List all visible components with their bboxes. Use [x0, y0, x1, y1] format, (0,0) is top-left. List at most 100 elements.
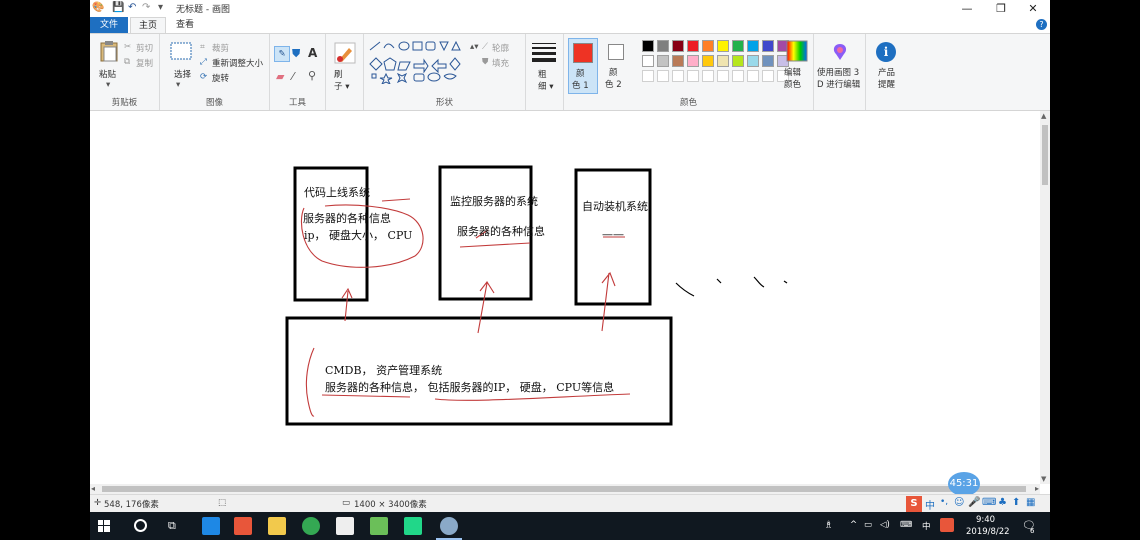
- palette-custom-slot[interactable]: [657, 70, 669, 82]
- crop-button[interactable]: 裁剪: [212, 42, 229, 54]
- paint3d-icon[interactable]: [830, 42, 850, 62]
- palette-swatch[interactable]: [642, 55, 654, 67]
- paint3d-button[interactable]: 使用画图 3: [817, 66, 859, 78]
- people-icon[interactable]: ♗: [824, 520, 833, 531]
- fill-bucket-icon[interactable]: ⛊: [292, 47, 300, 61]
- minimize-button[interactable]: —: [950, 0, 984, 17]
- taskbar-ime-indicator[interactable]: 中: [922, 520, 931, 532]
- shapes-scroll-icon[interactable]: ▴▾: [470, 42, 479, 52]
- palette-custom-slot[interactable]: [702, 70, 714, 82]
- ime-mode-indicator[interactable]: 中: [925, 497, 935, 512]
- ime-voice-icon[interactable]: 🎤: [968, 497, 980, 508]
- select-dropdown-icon[interactable]: ▾: [176, 80, 180, 90]
- palette-swatch[interactable]: [732, 55, 744, 67]
- palette-swatch[interactable]: [657, 40, 669, 52]
- color2-selector[interactable]: 颜 色 2: [602, 38, 632, 94]
- keyboard-icon[interactable]: ⌨: [900, 520, 912, 530]
- eraser-icon[interactable]: ▰: [276, 70, 284, 83]
- edit-colors-button[interactable]: 编辑: [784, 66, 801, 78]
- taskbar-app-chrome-icon[interactable]: [302, 517, 320, 535]
- taskbar-sogou-icon[interactable]: [940, 518, 954, 532]
- size-button[interactable]: 粗: [538, 68, 547, 80]
- palette-custom-slot[interactable]: [762, 70, 774, 82]
- brushes-button[interactable]: 刷: [334, 68, 343, 80]
- windows-start-icon[interactable]: [98, 520, 110, 532]
- palette-swatch[interactable]: [717, 40, 729, 52]
- pencil-icon[interactable]: ✎: [274, 46, 290, 62]
- palette-custom-slot[interactable]: [672, 70, 684, 82]
- ime-toolbox-icon[interactable]: ▦: [1026, 497, 1035, 508]
- scroll-up-icon[interactable]: ▲: [1041, 112, 1046, 120]
- color-picker-icon[interactable]: ⁄: [292, 70, 294, 83]
- volume-icon[interactable]: ◁): [880, 520, 890, 530]
- drawing-canvas[interactable]: 代码上线系统 服务器的各种信息 ip， 硬盘大小， CPU 监控服务器的系统 服…: [90, 111, 1040, 484]
- cut-button[interactable]: 剪切: [136, 42, 153, 54]
- palette-custom-slot[interactable]: [732, 70, 744, 82]
- shapes-gallery[interactable]: [368, 40, 468, 84]
- clock-date[interactable]: 2019/8/22: [966, 527, 1010, 537]
- redo-icon[interactable]: ↷: [142, 2, 150, 13]
- clock-time[interactable]: 9:40: [976, 515, 995, 525]
- vertical-scroll-thumb[interactable]: [1042, 125, 1048, 185]
- copy-button[interactable]: 复制: [136, 57, 153, 69]
- ime-upload-icon[interactable]: ⬆: [1012, 497, 1020, 508]
- taskbar-app-file-explorer-icon[interactable]: [268, 517, 286, 535]
- taskbar-app-paint-icon[interactable]: [440, 517, 458, 535]
- horizontal-scrollbar[interactable]: ◂ ▸: [90, 484, 1040, 494]
- palette-swatch[interactable]: [687, 55, 699, 67]
- scroll-down-icon[interactable]: ▼: [1041, 475, 1046, 483]
- select-icon[interactable]: [170, 42, 192, 60]
- palette-custom-slot[interactable]: [642, 70, 654, 82]
- palette-swatch[interactable]: [672, 55, 684, 67]
- sogou-ime-icon[interactable]: S: [906, 496, 922, 512]
- outline-button[interactable]: 轮廓: [492, 42, 509, 54]
- palette-custom-slot[interactable]: [687, 70, 699, 82]
- size-icon[interactable]: [532, 42, 556, 62]
- taskbar-app-notepad-icon[interactable]: [370, 517, 388, 535]
- paste-icon[interactable]: [99, 40, 119, 62]
- ime-skin-icon[interactable]: ♣: [998, 497, 1007, 508]
- vertical-scrollbar[interactable]: ▲ ▼: [1040, 111, 1050, 484]
- info-icon[interactable]: i: [876, 42, 896, 62]
- tab-home[interactable]: 主页: [130, 17, 166, 33]
- tab-file[interactable]: 文件: [90, 17, 128, 33]
- palette-swatch[interactable]: [717, 55, 729, 67]
- text-tool-icon[interactable]: A: [308, 46, 317, 60]
- rotate-button[interactable]: 旋转: [212, 72, 229, 84]
- color1-selector[interactable]: 颜 色 1: [568, 38, 598, 94]
- select-button[interactable]: 选择: [174, 68, 191, 80]
- paste-dropdown-icon[interactable]: ▾: [106, 80, 110, 90]
- show-hidden-icons-icon[interactable]: ^: [850, 520, 857, 530]
- palette-swatch[interactable]: [672, 40, 684, 52]
- paste-button[interactable]: 粘贴: [99, 68, 116, 80]
- magnifier-icon[interactable]: ⚲: [308, 69, 316, 82]
- taskbar-app-sublime-icon[interactable]: [234, 517, 252, 535]
- ime-emoji-icon[interactable]: ☺: [954, 497, 964, 508]
- fill-button[interactable]: 填充: [492, 57, 509, 69]
- palette-swatch[interactable]: [762, 40, 774, 52]
- scroll-right-icon[interactable]: ▸: [1035, 484, 1039, 493]
- brush-icon[interactable]: [334, 42, 356, 64]
- task-view-icon[interactable]: ⧉: [168, 519, 176, 533]
- product-alert-button[interactable]: 产品: [878, 66, 895, 78]
- customize-quick-access-icon[interactable]: ▾: [158, 2, 163, 13]
- ime-toolbar[interactable]: S 中 •, ☺ 🎤 ⌨ ♣ ⬆ ▦: [906, 496, 1050, 512]
- help-icon[interactable]: ?: [1036, 19, 1047, 30]
- resize-button[interactable]: 重新调整大小: [212, 57, 263, 69]
- search-icon[interactable]: [134, 519, 147, 532]
- palette-swatch[interactable]: [747, 55, 759, 67]
- undo-icon[interactable]: ↶: [128, 2, 136, 13]
- palette-custom-slot[interactable]: [747, 70, 759, 82]
- ime-keyboard-icon[interactable]: ⌨: [982, 497, 996, 508]
- tab-view[interactable]: 查看: [170, 17, 200, 33]
- ime-punctuation-icon[interactable]: •,: [940, 497, 948, 507]
- taskbar-app-typora-icon[interactable]: [336, 517, 354, 535]
- horizontal-scroll-thumb[interactable]: [102, 486, 1026, 492]
- palette-swatch[interactable]: [732, 40, 744, 52]
- palette-swatch[interactable]: [642, 40, 654, 52]
- taskbar-app-pycharm-icon[interactable]: [404, 517, 422, 535]
- palette-swatch[interactable]: [702, 40, 714, 52]
- network-icon[interactable]: ▭: [864, 520, 872, 530]
- palette-custom-slot[interactable]: [717, 70, 729, 82]
- palette-swatch[interactable]: [762, 55, 774, 67]
